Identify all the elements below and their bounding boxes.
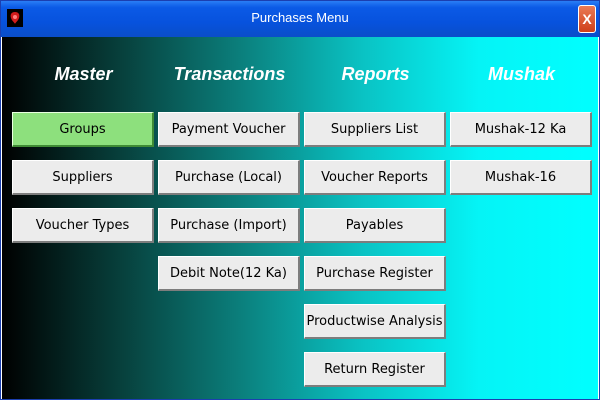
groups-label: Groups (59, 121, 106, 137)
mushak-12-ka-label: Mushak-12 Ka (474, 121, 567, 137)
purchase-register-button[interactable]: Purchase Register (304, 256, 446, 291)
suppliers-list-label: Suppliers List (330, 121, 419, 137)
return-register-label: Return Register (324, 361, 425, 377)
purchase-import-label: Purchase (Import) (170, 217, 287, 233)
voucher-types-button[interactable]: Voucher Types (12, 208, 154, 243)
payables-label: Payables (345, 217, 404, 233)
suppliers-list-button[interactable]: Suppliers List (304, 112, 446, 147)
payment-voucher-button[interactable]: Payment Voucher (158, 112, 300, 147)
transactions-header: Transactions (173, 64, 286, 84)
mushak-16-label: Mushak-16 (484, 169, 557, 185)
productwise-analysis-button[interactable]: Productwise Analysis (304, 304, 446, 339)
mushak-16-button[interactable]: Mushak-16 (450, 160, 592, 195)
voucher-types-label: Voucher Types (35, 217, 130, 233)
payables-button[interactable]: Payables (304, 208, 446, 243)
productwise-analysis-label: Productwise Analysis (306, 313, 443, 329)
master-header: Master (54, 64, 113, 84)
purchase-register-label: Purchase Register (316, 265, 433, 281)
reports-header: Reports (341, 64, 410, 84)
purchase-local-button[interactable]: Purchase (Local) (158, 160, 300, 195)
voucher-reports-button[interactable]: Voucher Reports (304, 160, 446, 195)
groups-button[interactable]: Groups (12, 112, 154, 147)
return-register-button[interactable]: Return Register (304, 352, 446, 387)
mushak-12-ka-button[interactable]: Mushak-12 Ka (450, 112, 592, 147)
close-button[interactable]: X (578, 5, 596, 33)
purchase-local-label: Purchase (Local) (174, 169, 282, 185)
payment-voucher-label: Payment Voucher (171, 121, 286, 137)
purchases-menu-window: Purchases Menu X Master Transactions Rep… (0, 0, 600, 400)
suppliers-label: Suppliers (52, 169, 113, 185)
suppliers-button[interactable]: Suppliers (12, 160, 154, 195)
debit-note-button[interactable]: Debit Note(12 Ka) (158, 256, 300, 291)
debit-note-label: Debit Note(12 Ka) (170, 265, 287, 281)
title-bar[interactable]: Purchases Menu X (1, 1, 599, 37)
purchase-import-button[interactable]: Purchase (Import) (158, 208, 300, 243)
mushak-header: Mushak (487, 64, 556, 84)
window-title: Purchases Menu (251, 10, 349, 25)
voucher-reports-label: Voucher Reports (321, 169, 428, 185)
